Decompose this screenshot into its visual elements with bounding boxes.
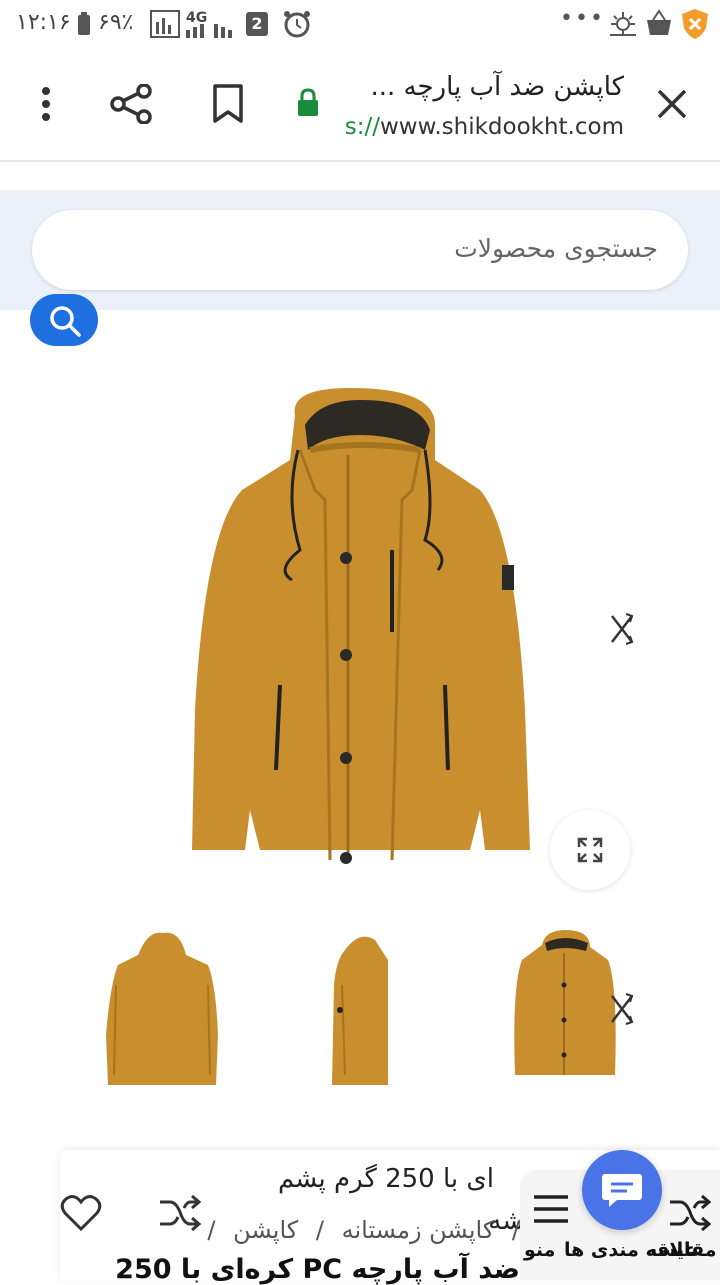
url-host: www.shikdookht.com [380,114,624,140]
status-bar: ۱۲:۱۶ ۶۹٪ 4G 2 ••• [0,0,720,48]
breadcrumb-separator: / [207,1216,216,1244]
menu-icon[interactable] [532,1194,570,1224]
chat-icon [602,1174,642,1207]
shuffle-icon[interactable] [158,1194,202,1232]
product-full-title: ضد آب پارچه PC کره‌ای با 250 [115,1254,520,1285]
expand-icon [577,837,603,863]
product-main-image[interactable] [180,380,540,880]
compare-icon[interactable] [668,1194,712,1232]
thumbnail-back[interactable] [98,925,228,1090]
status-time: ۱۲:۱۶ [16,10,71,35]
breadcrumb-item-winter-jacket[interactable]: کاپشن زمستانه [342,1216,495,1244]
breadcrumb-item-jacket[interactable]: کاپشن [233,1216,298,1244]
notification-count-badge: 2 [246,12,268,36]
lock-icon [298,88,318,116]
thumbnail-side[interactable] [300,925,430,1090]
chart-notification-icon [150,10,180,38]
search-button[interactable] [30,294,98,346]
share-icon[interactable] [110,84,154,124]
breadcrumb-separator: / [315,1216,324,1244]
shield-app-icon [682,9,708,39]
signal-icon [186,24,232,38]
shopping-basket-icon [647,9,671,35]
nav-compare-label[interactable]: مقایسه [646,1239,717,1261]
more-status-dots: ••• [560,6,605,31]
search-icon [50,306,81,337]
compare-shuffle-icon[interactable] [608,612,636,646]
chat-button[interactable] [582,1150,662,1230]
alarm-icon [284,11,310,38]
weather-icon [610,12,636,36]
breadcrumb: / کاپشن زمستانه / کاپشن / [207,1216,520,1244]
compare-shuffle-icon-2[interactable] [608,992,636,1026]
browser-toolbar: کاپشن ضد آب پارچه ... s://www.shikdookht… [0,48,720,162]
product-title-line-1: ای با 250 گرم پشم [278,1164,494,1194]
search-input[interactable]: جستجوی محصولات [32,210,688,290]
battery-icon [78,12,90,35]
battery-percent: ۶۹٪ [98,10,134,35]
nav-menu-label[interactable]: منو [524,1239,555,1261]
bookmark-icon[interactable] [212,84,244,124]
expand-image-button[interactable] [550,810,630,890]
url-scheme: s:// [344,114,380,140]
close-icon[interactable] [656,88,688,120]
url-text[interactable]: s://www.shikdookht.com [345,114,624,140]
overflow-menu-icon[interactable] [30,86,62,122]
heart-icon[interactable] [60,1194,102,1232]
breadcrumb-separator: / [511,1216,520,1244]
search-placeholder: جستجوی محصولات [454,234,658,263]
page-title[interactable]: کاپشن ضد آب پارچه ... [370,72,624,102]
